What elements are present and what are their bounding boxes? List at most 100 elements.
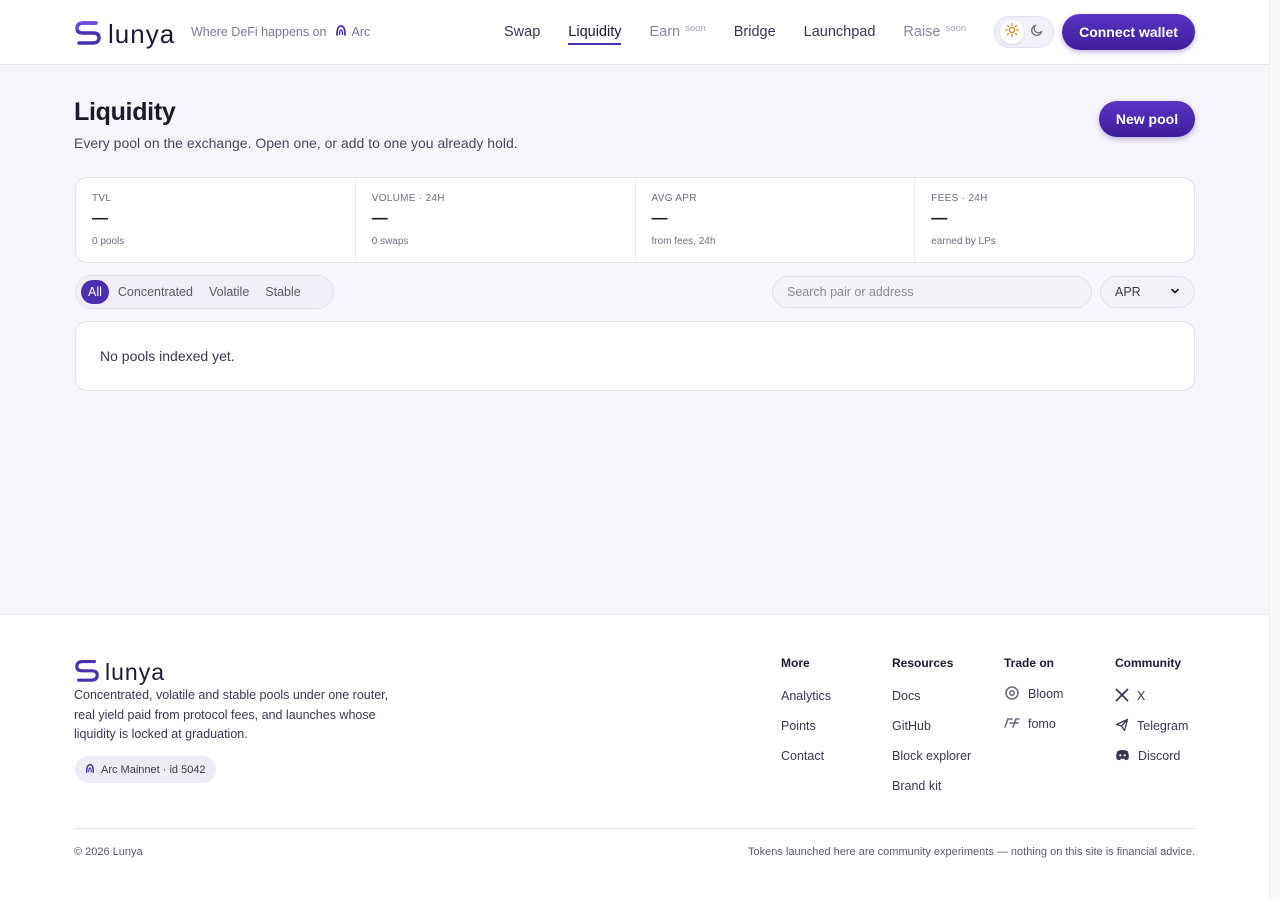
top-header: lunya Where DeFi happens on Arc Swap Liq…	[0, 0, 1269, 65]
footer-link-fomo[interactable]: fomo	[1004, 709, 1063, 739]
nav-swap-label: Swap	[504, 24, 541, 40]
stat-note: 0 swaps	[371, 236, 409, 247]
pools-empty-state: No pools indexed yet.	[75, 321, 1195, 391]
empty-message: No pools indexed yet.	[100, 348, 235, 364]
bloom-icon	[1004, 685, 1020, 704]
stat-tvl: TVL — 0 pools	[76, 178, 356, 262]
nav-liquidity-label: Liquidity	[568, 24, 622, 45]
dark-theme-button[interactable]	[1025, 20, 1049, 44]
stat-value: —	[371, 210, 388, 227]
chain-badge-text: Arc Mainnet · id 5042	[101, 763, 206, 776]
fomo-icon	[1004, 717, 1020, 732]
footer-link-analytics[interactable]: Analytics	[781, 681, 831, 711]
sort-value: APR	[1115, 285, 1141, 299]
footer-link-label: X	[1137, 689, 1146, 703]
footer-col-title: Resources	[892, 656, 954, 670]
soon-badge: soon	[945, 22, 967, 34]
header-tagline: Where DeFi happens on Arc	[191, 24, 370, 39]
footer-link-label: Bloom	[1028, 687, 1064, 701]
copyright: © 2026 Lunya	[74, 846, 143, 858]
nav-earn[interactable]: Earn soon	[635, 0, 719, 64]
sort-select[interactable]: APR	[1100, 276, 1195, 308]
pool-type-filter: All Concentrated Volatile Stable	[75, 275, 334, 309]
stat-label: TVL	[92, 193, 112, 204]
footer-description: Concentrated, volatile and stable pools …	[74, 688, 389, 741]
footer-col-trade: Trade on Bloom fomo	[1004, 656, 1063, 739]
footer-link-discord[interactable]: Discord	[1115, 741, 1188, 771]
page-title: Liquidity	[74, 98, 176, 126]
nav-liquidity[interactable]: Liquidity	[554, 0, 635, 64]
chain-label: Arc	[335, 24, 371, 39]
soon-badge: soon	[685, 22, 706, 34]
pool-search-input[interactable]	[772, 276, 1092, 308]
stat-value: —	[651, 210, 668, 227]
footer-link-bloom[interactable]: Bloom	[1004, 679, 1063, 709]
stat-note: 0 pools	[92, 236, 125, 247]
theme-toggle[interactable]	[994, 16, 1054, 48]
footer-col-resources: Resources Docs GitHub Block explorer Bra…	[892, 656, 971, 801]
page-subtitle: Every pool on the exchange. Open one, or…	[74, 135, 518, 151]
chain-name: Arc	[351, 24, 371, 39]
footer-col-title: Trade on	[1004, 656, 1055, 670]
arc-chain-icon	[335, 24, 347, 39]
nav-raise[interactable]: Raise soon	[889, 0, 980, 64]
moon-icon	[1030, 23, 1044, 42]
footer-link-docs[interactable]: Docs	[892, 681, 971, 711]
brand-logo[interactable]: lunya	[74, 17, 175, 50]
nav-raise-label: Raise	[903, 24, 941, 40]
footer-link-x[interactable]: X	[1115, 681, 1188, 711]
stat-label: VOLUME · 24H	[371, 193, 445, 204]
nav-launchpad[interactable]: Launchpad	[790, 0, 890, 64]
page-scrollbar[interactable]	[1269, 0, 1280, 900]
stat-avg-apr: AVG APR — from fees, 24h	[636, 178, 916, 262]
stats-panel: TVL — 0 pools VOLUME · 24H — 0 swaps AVG…	[75, 177, 1195, 263]
footer-link-contact[interactable]: Contact	[781, 741, 831, 771]
stat-label: AVG APR	[651, 193, 697, 204]
telegram-icon	[1115, 718, 1129, 735]
filter-concentrated[interactable]: Concentrated	[111, 280, 200, 304]
footer-link-block-explorer[interactable]: Block explorer	[892, 741, 971, 771]
footer-col-more: More Analytics Points Contact	[781, 656, 831, 771]
nav-bridge-label: Bridge	[733, 24, 776, 40]
footer-link-github[interactable]: GitHub	[892, 711, 971, 741]
discord-icon	[1115, 749, 1130, 764]
footer-link-label: Telegram	[1137, 719, 1189, 733]
filter-stable[interactable]: Stable	[258, 280, 307, 304]
tagline-text: Where DeFi happens on	[191, 24, 327, 39]
footer-link-brand-kit[interactable]: Brand kit	[892, 771, 971, 801]
brand-wordmark: lunya	[108, 18, 176, 49]
sun-icon	[1004, 22, 1019, 42]
nav-launchpad-label: Launchpad	[803, 24, 876, 40]
main-nav: Swap Liquidity Earn soon Bridge Launchpad…	[490, 0, 980, 64]
lunya-logo-icon	[74, 17, 102, 50]
stat-value: —	[92, 210, 108, 227]
stat-volume: VOLUME · 24H — 0 swaps	[356, 178, 636, 262]
filter-volatile[interactable]: Volatile	[202, 280, 256, 304]
stat-note: earned by LPs	[931, 236, 996, 247]
nav-earn-label: Earn	[649, 24, 681, 40]
chevron-down-icon	[1170, 285, 1180, 299]
light-theme-button[interactable]	[999, 20, 1024, 44]
footer-col-title: More	[781, 656, 810, 670]
nav-bridge[interactable]: Bridge	[720, 0, 790, 64]
footer-col-community: Community X Telegram Discord	[1115, 656, 1188, 771]
footer-link-telegram[interactable]: Telegram	[1115, 711, 1188, 741]
new-pool-button[interactable]: New pool	[1099, 101, 1195, 137]
chain-badge: Arc Mainnet · id 5042	[75, 756, 216, 783]
disclaimer: Tokens launched here are community exper…	[748, 846, 1195, 858]
filter-all[interactable]: All	[81, 280, 109, 304]
stat-fees: FEES · 24H — earned by LPs	[915, 178, 1194, 262]
lunya-logo-icon	[74, 656, 100, 687]
footer-logo[interactable]: lunya	[74, 656, 165, 687]
arc-chain-icon	[85, 763, 95, 776]
footer-link-points[interactable]: Points	[781, 711, 831, 741]
connect-wallet-button[interactable]: Connect wallet	[1062, 14, 1195, 50]
nav-swap[interactable]: Swap	[490, 0, 554, 64]
stat-value: —	[931, 210, 948, 227]
x-icon	[1115, 688, 1129, 705]
stat-label: FEES · 24H	[931, 193, 988, 204]
site-footer: lunya Concentrated, volatile and stable …	[0, 614, 1269, 900]
footer-col-title: Community	[1115, 656, 1181, 670]
footer-divider	[74, 828, 1195, 829]
brand-wordmark: lunya	[105, 658, 165, 685]
